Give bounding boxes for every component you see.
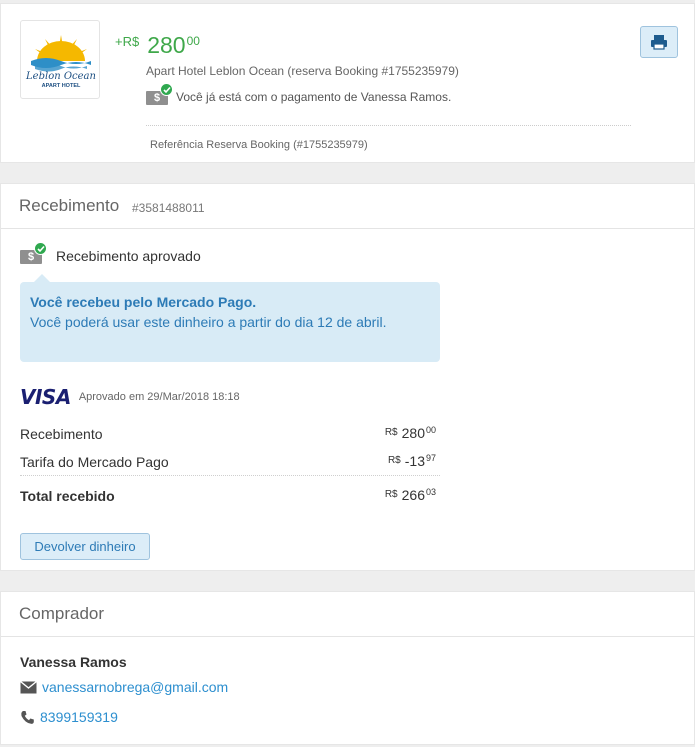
payment-summary-card: Leblon Ocean APART HOTEL +R$ 280 00 Apar… [0,3,695,163]
envelope-icon [20,680,37,693]
receipt-id: #3581488011 [132,201,205,215]
buyer-phone-link[interactable]: 8399159319 [40,709,118,725]
printer-icon [651,35,667,50]
buyer-header: Comprador [1,592,694,637]
amount-prefix: +R$ [115,34,140,49]
payment-method: VISA Aprovado em 29/Mar/2018 18:18 [20,385,240,409]
divider [146,125,631,126]
print-button[interactable] [640,26,678,58]
line-item-label: Recebimento [20,426,103,442]
buyer-title: Comprador [19,604,105,623]
receipt-status-text: Recebimento aprovado [56,248,201,264]
value-cents: 97 [425,453,436,463]
info-message-text: Você poderá usar este dinheiro a partir … [30,314,387,330]
value-cents: 00 [425,425,436,435]
line-item-label: Tarifa do Mercado Pago [20,454,169,470]
booking-reference: Referência Reserva Booking (#1755235979) [150,139,368,151]
value-whole: 280 [401,425,425,441]
line-item-value: R$ -13 97 [388,453,436,469]
currency-symbol: R$ [384,489,398,500]
line-item-label: Total recebido [20,488,115,504]
value-cents: 03 [425,487,436,497]
payment-note: $ Você já está com o pagamento de Vaness… [146,83,452,107]
amount-whole: 280 [147,32,186,58]
info-message: Você recebeu pelo Mercado Pago. Você pod… [20,274,440,362]
line-item-value: R$ 280 00 [385,425,436,441]
amount-cents: 00 [186,34,200,48]
logo-text-line2: APART HOTEL [42,83,81,89]
buyer-name: Vanessa Ramos [20,654,127,670]
value-whole: 266 [401,487,425,503]
buyer-card: Comprador Vanessa Ramos vanessarnobrega@… [0,591,695,745]
currency-symbol: R$ [387,455,401,466]
currency-symbol: R$ [384,427,398,438]
buyer-phone-row: 8399159319 [20,709,118,725]
return-money-button[interactable]: Devolver dinheiro [20,533,150,560]
line-item-fee: Tarifa do Mercado Pago R$ -13 97 [20,450,440,476]
money-check-icon: $ [146,83,173,105]
money-check-icon: $ [20,242,47,264]
phone-icon [21,710,34,724]
received-amount: +R$ 280 00 [115,32,200,57]
receipt-card: Recebimento #3581488011 $ Recebimento ap… [0,183,695,571]
buyer-email-link[interactable]: vanessarnobrega@gmail.com [42,679,228,695]
hotel-logo-image: Leblon Ocean APART HOTEL [25,35,96,89]
line-item-receipt: Recebimento R$ 280 00 [20,422,440,448]
receipt-status: $ Recebimento aprovado [20,242,201,268]
logo-text-line1: Leblon Ocean [25,71,96,82]
receipt-header: Recebimento #3581488011 [1,184,694,229]
receipt-title: Recebimento [19,196,120,215]
info-message-title: Você recebeu pelo Mercado Pago. [30,294,257,310]
line-item-total: Total recebido R$ 266 03 [20,484,440,510]
value-whole: -13 [404,453,425,469]
payment-note-text: Você já está com o pagamento de Vanessa … [176,90,452,104]
payment-description: Apart Hotel Leblon Ocean (reserva Bookin… [146,64,459,78]
buyer-email-row: vanessarnobrega@gmail.com [20,679,228,695]
hotel-logo: Leblon Ocean APART HOTEL [20,20,100,99]
approval-date: Aprovado em 29/Mar/2018 18:18 [78,391,240,403]
visa-logo-icon: VISA [20,385,71,409]
line-item-value: R$ 266 03 [385,487,436,503]
